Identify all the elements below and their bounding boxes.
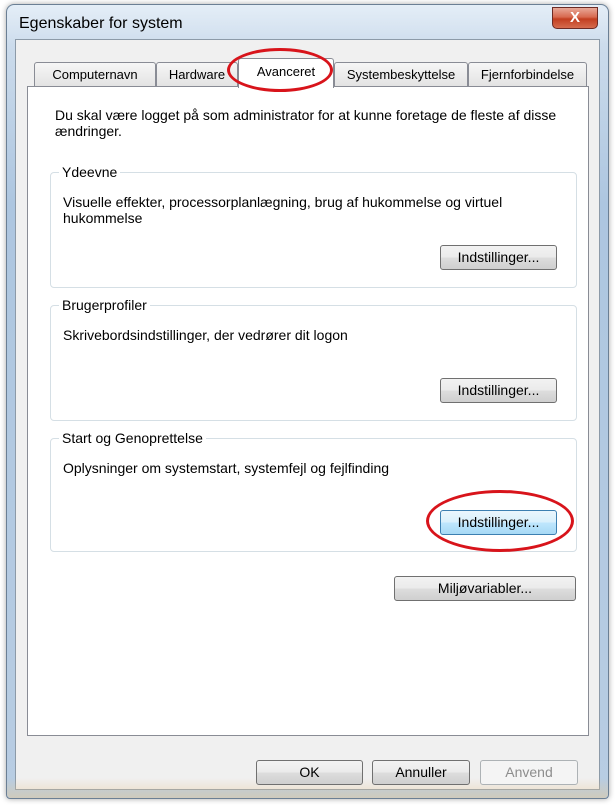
group-user-profiles: Brugerprofiler Skrivebordsindstillinger,… (50, 297, 577, 421)
highlight-ellipse-tab (227, 48, 333, 92)
user-profiles-settings-button[interactable]: Indstillinger... (440, 378, 557, 403)
admin-notice: Du skal være logget på som administrator… (55, 107, 557, 139)
group-startup-recovery: Start og Genoprettelse Oplysninger om sy… (50, 430, 577, 552)
cancel-button[interactable]: Annuller (372, 760, 470, 785)
group-user-profiles-title: Brugerprofiler (59, 297, 150, 313)
environment-variables-button[interactable]: Miljøvariabler... (394, 576, 576, 601)
group-startup-recovery-description: Oplysninger om systemstart, systemfejl o… (63, 460, 390, 476)
panel-content: Du skal være logget på som administrator… (0, 0, 615, 805)
group-startup-recovery-title: Start og Genoprettelse (59, 430, 206, 446)
startup-recovery-settings-button[interactable]: Indstillinger... (440, 510, 557, 535)
group-performance: Ydeevne Visuelle effekter, processorplan… (50, 164, 577, 288)
group-performance-description: Visuelle effekter, processorplanlægning,… (63, 194, 503, 226)
apply-button[interactable]: Anvend (480, 760, 578, 785)
group-user-profiles-description: Skrivebordsindstillinger, der vedrører d… (63, 327, 348, 343)
performance-settings-button[interactable]: Indstillinger... (440, 245, 557, 270)
group-performance-title: Ydeevne (59, 164, 121, 180)
ok-button[interactable]: OK (256, 760, 363, 785)
